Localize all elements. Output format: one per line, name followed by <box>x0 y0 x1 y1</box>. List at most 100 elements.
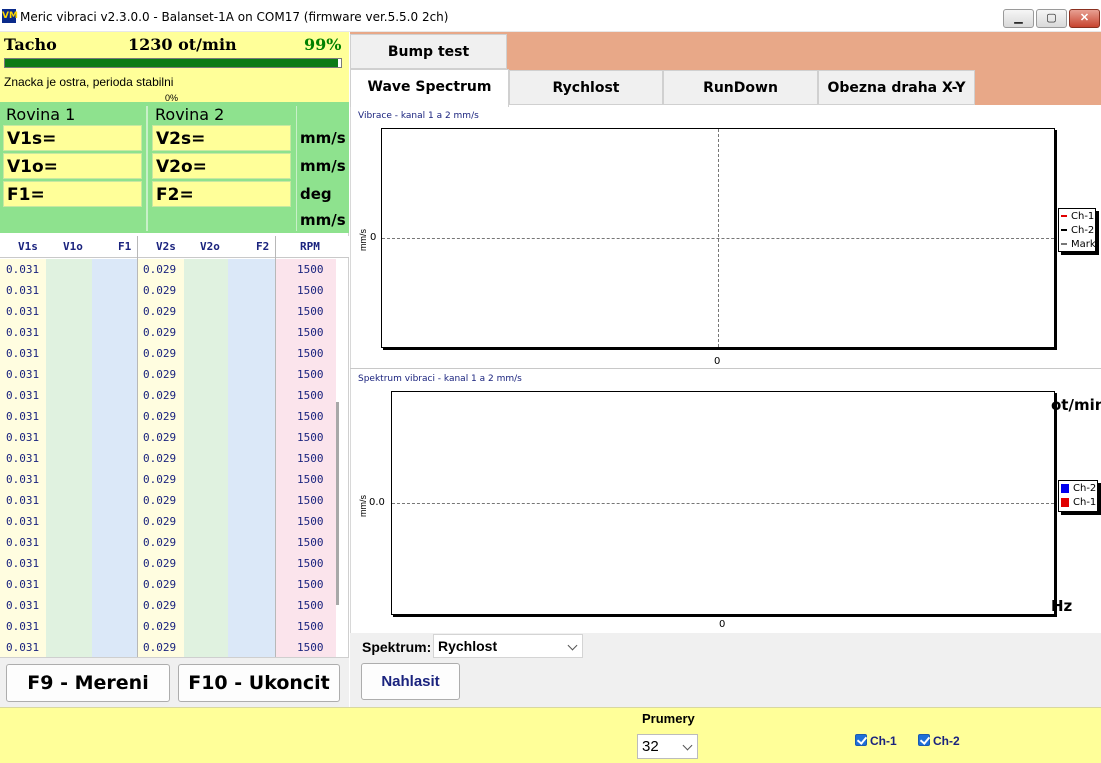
chart2-ytick: 0.0 <box>369 497 385 508</box>
table-cell-v1s: 0.031 <box>6 452 40 465</box>
table-cell-v2s: 0.029 <box>143 473 177 486</box>
maximize-button[interactable]: ▢ <box>1036 9 1067 28</box>
table-cell-v1s: 0.031 <box>6 473 40 486</box>
table-cell-rpm: 1500 <box>297 557 324 570</box>
tacho-rpm: 1230 ot/min <box>128 35 237 54</box>
v1o-field: V1o= <box>3 153 142 179</box>
averages-label: Prumery <box>642 711 695 726</box>
col-header-v2s[interactable]: V2s <box>156 240 176 253</box>
legend-item-mark: Mark <box>1061 238 1096 252</box>
ch2-checkbox-label[interactable]: Ch-2 <box>933 734 960 748</box>
exit-button[interactable]: F10 - Ukoncit <box>178 664 340 702</box>
table-cell-rpm: 1500 <box>297 494 324 507</box>
tab-bump-test[interactable]: Bump test <box>350 34 507 69</box>
col-header-f2[interactable]: F2 <box>256 240 269 253</box>
table-cell-rpm: 1500 <box>297 452 324 465</box>
table-cell-rpm: 1500 <box>297 389 324 402</box>
status-text: Znacka je ostra, perioda stabilni <box>4 75 174 89</box>
table-cell-v1s: 0.031 <box>6 368 40 381</box>
tab-rundown[interactable]: RunDown <box>663 70 818 105</box>
chart1-xtick: 0 <box>714 356 721 367</box>
tab-wave-spectrum[interactable]: Wave Spectrum <box>350 69 509 107</box>
table-cell-v2s: 0.029 <box>143 305 177 318</box>
table-cell-rpm: 1500 <box>297 431 324 444</box>
minimize-button[interactable]: ▁ <box>1003 9 1034 28</box>
table-cell-v1s: 0.031 <box>6 494 40 507</box>
table-cell-v1s: 0.031 <box>6 410 40 423</box>
legend-label: Ch-1 <box>1071 211 1095 222</box>
legend-swatch <box>1061 497 1069 507</box>
table-cell-rpm: 1500 <box>297 368 324 381</box>
plane2-label: Rovina 2 <box>155 105 225 124</box>
f1-field: F1= <box>3 181 142 207</box>
legend-item-ch2: Ch-2 <box>1061 224 1094 238</box>
table-cell-v1s: 0.031 <box>6 347 40 360</box>
table-cell-rpm: 1500 <box>297 326 324 339</box>
table-cell-v1s: 0.031 <box>6 431 40 444</box>
spectrum-label: Spektrum: <box>362 639 432 655</box>
report-button[interactable]: Nahlasit <box>361 663 460 700</box>
table-cell-v2s: 0.029 <box>143 641 177 654</box>
legend-swatch <box>1061 229 1067 231</box>
table-cell-v1s: 0.031 <box>6 263 40 276</box>
table-cell-rpm: 1500 <box>297 578 324 591</box>
ch1-checkbox[interactable] <box>855 734 867 746</box>
col-header-v1o[interactable]: V1o <box>63 240 83 253</box>
chart2-xtick: 0 <box>719 619 726 630</box>
table-cell-v2s: 0.029 <box>143 578 177 591</box>
chart1-plot[interactable] <box>381 128 1055 348</box>
chart2-unit-top: ot/min <box>1051 396 1101 414</box>
chart-divider <box>350 368 1101 369</box>
averages-select[interactable]: 32 <box>637 734 698 759</box>
averages-select-value: 32 <box>642 738 659 755</box>
table-cell-rpm: 1500 <box>297 641 324 654</box>
app-logo-icon: VM <box>2 9 18 23</box>
legend-swatch <box>1061 483 1069 493</box>
col-header-v2o[interactable]: V2o <box>200 240 220 253</box>
chart1-ylabel: mm/s <box>358 229 368 251</box>
table-cell-v2s: 0.029 <box>143 368 177 381</box>
tacho-progress-fill <box>5 59 338 67</box>
table-cell-v2s: 0.029 <box>143 494 177 507</box>
ch2-checkbox[interactable] <box>918 734 930 746</box>
tab-obezna-draha[interactable]: Obezna draha X-Y <box>818 70 975 105</box>
chevron-down-icon <box>682 740 693 751</box>
legend-label: Ch-1 <box>1073 497 1097 508</box>
col-header-f1[interactable]: F1 <box>118 240 131 253</box>
col-header-v1s[interactable]: V1s <box>18 240 38 253</box>
units-divider <box>296 106 297 231</box>
col-header-rpm[interactable]: RPM <box>300 240 320 253</box>
chart2-ylabel: mm/s <box>358 495 368 517</box>
table-cell-v1s: 0.031 <box>6 557 40 570</box>
ch1-checkbox-label[interactable]: Ch-1 <box>870 734 897 748</box>
legend-label: Mark <box>1071 239 1096 250</box>
chart1-title: Vibrace - kanal 1 a 2 mm/s <box>358 111 479 121</box>
table-cell-rpm: 1500 <box>297 599 324 612</box>
table-cell-rpm: 1500 <box>297 284 324 297</box>
legend-swatch <box>1061 243 1067 245</box>
close-icon: ✕ <box>1079 12 1090 24</box>
spectrum-select[interactable]: Rychlost <box>433 634 583 658</box>
tab-rychlost[interactable]: Rychlost <box>509 70 663 105</box>
table-cell-v2s: 0.029 <box>143 557 177 570</box>
table-cell-v2s: 0.029 <box>143 284 177 297</box>
unit-label: mm/s <box>300 129 346 147</box>
measure-button[interactable]: F9 - Mereni <box>6 664 170 702</box>
table-cell-v1s: 0.031 <box>6 389 40 402</box>
table-cell-v1s: 0.031 <box>6 620 40 633</box>
table-cell-rpm: 1500 <box>297 305 324 318</box>
tacho-label: Tacho <box>4 35 57 54</box>
table-scrollbar[interactable] <box>336 402 339 605</box>
chart1-ytick: 0 <box>370 232 377 243</box>
table-cell-v1s: 0.031 <box>6 578 40 591</box>
chart2-plot[interactable] <box>391 391 1055 615</box>
close-button[interactable]: ✕ <box>1069 9 1100 28</box>
v1s-field: V1s= <box>3 125 142 151</box>
tacho-progress-bar <box>4 58 342 68</box>
chart2-title: Spektrum vibraci - kanal 1 a 2 mm/s <box>358 374 522 384</box>
table-cell-rpm: 1500 <box>297 473 324 486</box>
f2-field: F2= <box>152 181 291 207</box>
tacho-percent: 99% <box>304 35 342 54</box>
table-cell-v2s: 0.029 <box>143 389 177 402</box>
table-cell-v2s: 0.029 <box>143 410 177 423</box>
